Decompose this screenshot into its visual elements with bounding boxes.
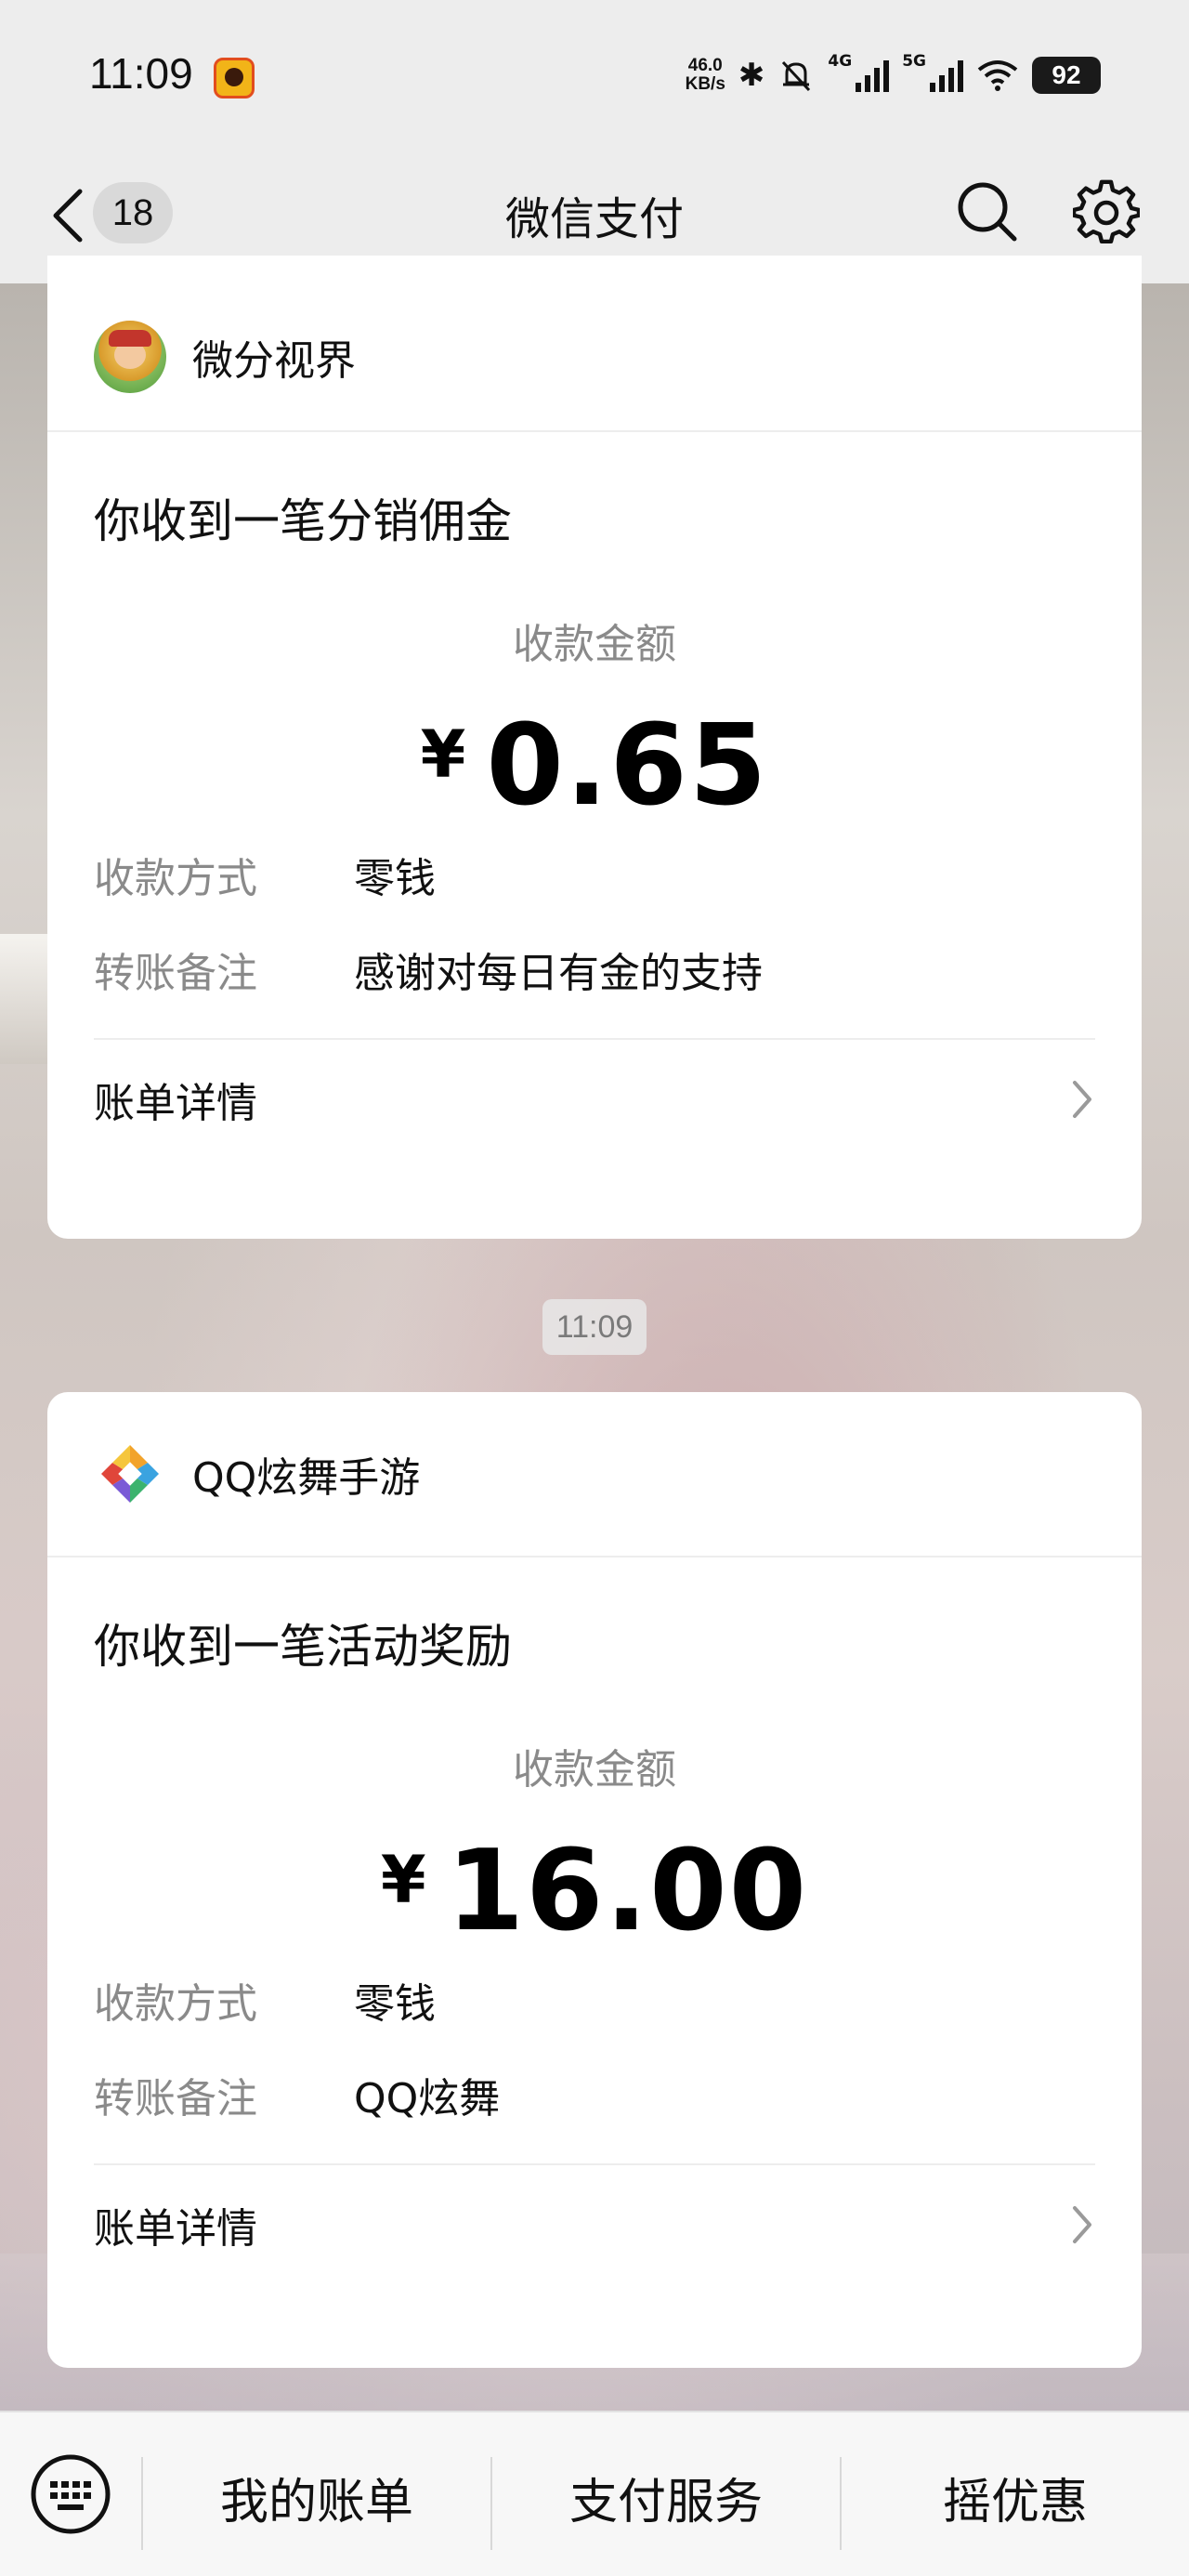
bill-details-label: 账单详情 bbox=[94, 1080, 257, 1127]
bill-details-label: 账单详情 bbox=[94, 2205, 257, 2253]
payment-notification-card[interactable]: 微分视界 你收到一笔分销佣金 收款金额 ¥0.65 收款方式 零钱 转账备注 感… bbox=[47, 256, 1142, 1239]
network-5g-label: 5G bbox=[902, 52, 926, 71]
status-bar: 11:09 46.0 KB/s ✱ 4G 5G 92 bbox=[0, 0, 1189, 149]
currency-symbol: ¥ bbox=[380, 1842, 426, 1918]
chevron-right-icon bbox=[1073, 1081, 1091, 1118]
currency-symbol: ¥ bbox=[420, 716, 466, 793]
wifi-icon bbox=[977, 60, 1018, 91]
payment-method-row: 收款方式 零钱 bbox=[94, 843, 1095, 906]
bluetooth-icon: ✱ bbox=[738, 57, 765, 94]
transfer-note-value: QQ炫舞 bbox=[354, 2075, 501, 2123]
amount-label: 收款金额 bbox=[513, 1746, 676, 1794]
card-header: 微分视界 bbox=[47, 256, 1142, 432]
battery-indicator: 92 bbox=[1032, 57, 1101, 94]
transfer-note-row: 转账备注 感谢对每日有金的支持 bbox=[94, 938, 1095, 1001]
menu-my-bills[interactable]: 我的账单 bbox=[143, 2455, 490, 2539]
transfer-note-row: 转账备注 QQ炫舞 bbox=[94, 2063, 1095, 2126]
payment-method-value: 零钱 bbox=[354, 1980, 436, 2028]
network-speed: 46.0 KB/s bbox=[685, 56, 725, 94]
amount-label: 收款金额 bbox=[513, 621, 676, 668]
menu-payment-services[interactable]: 支付服务 bbox=[492, 2455, 840, 2539]
chevron-right-icon bbox=[1073, 2206, 1091, 2243]
message-timestamp: 11:09 bbox=[542, 1299, 647, 1355]
payment-notification-card[interactable]: QQ炫舞手游 你收到一笔活动奖励 收款金额 ¥16.00 收款方式 零钱 转账备… bbox=[47, 1392, 1142, 2368]
signal-5g-icon bbox=[930, 59, 963, 92]
signal-4g-icon bbox=[856, 59, 890, 92]
payment-method-row: 收款方式 零钱 bbox=[94, 1968, 1095, 2031]
amount-value: 16.00 bbox=[446, 1827, 809, 1956]
bottom-menu-bar: 我的账单 支付服务 摇优惠 bbox=[0, 2411, 1189, 2576]
keyboard-icon[interactable] bbox=[28, 2451, 113, 2537]
search-icon[interactable] bbox=[955, 179, 1020, 244]
transfer-note-label: 转账备注 bbox=[94, 950, 257, 997]
transfer-note-value: 感谢对每日有金的支持 bbox=[354, 950, 763, 997]
sender-avatar bbox=[101, 1445, 159, 1503]
amount-value: 0.65 bbox=[486, 702, 769, 831]
payment-method-label: 收款方式 bbox=[94, 1980, 257, 2028]
notification-app-icon bbox=[214, 58, 255, 99]
amount-display: ¥16.00 bbox=[94, 1836, 1095, 1948]
payment-method-label: 收款方式 bbox=[94, 855, 257, 902]
notification-title: 你收到一笔分销佣金 bbox=[94, 494, 512, 548]
status-indicators: 46.0 KB/s ✱ 4G 5G 92 bbox=[686, 50, 1101, 100]
payment-method-value: 零钱 bbox=[354, 855, 436, 902]
amount-display: ¥0.65 bbox=[94, 711, 1095, 822]
bill-details-link[interactable]: 账单详情 bbox=[94, 1040, 1095, 1159]
card-header: QQ炫舞手游 bbox=[47, 1392, 1142, 1557]
sender-name: 微分视界 bbox=[192, 337, 356, 385]
transfer-note-label: 转账备注 bbox=[94, 2075, 257, 2123]
gear-icon[interactable] bbox=[1073, 179, 1140, 246]
status-time: 11:09 bbox=[89, 49, 193, 98]
mute-bell-icon bbox=[782, 60, 811, 92]
bill-details-link[interactable]: 账单详情 bbox=[94, 2165, 1095, 2284]
network-4g-label: 4G bbox=[828, 52, 853, 71]
menu-shake-deals[interactable]: 摇优惠 bbox=[842, 2455, 1189, 2539]
sender-avatar bbox=[94, 321, 166, 393]
sender-name: QQ炫舞手游 bbox=[192, 1454, 421, 1502]
notification-title: 你收到一笔活动奖励 bbox=[94, 1620, 512, 1674]
